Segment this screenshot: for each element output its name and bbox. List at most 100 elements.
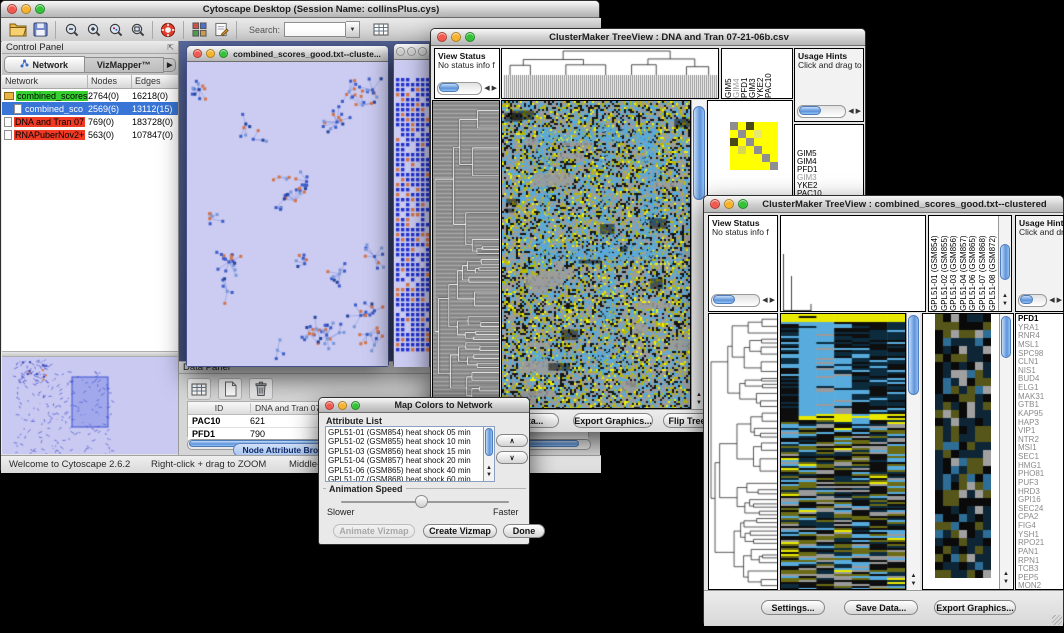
column-label[interactable]: GPL51-04 (GSM857) xyxy=(959,216,969,311)
zoom-fit-icon[interactable] xyxy=(126,20,148,40)
move-down-button[interactable]: ∨ xyxy=(496,451,528,464)
network-table-header[interactable]: Network Nodes Edges xyxy=(2,75,178,89)
minimize-icon[interactable] xyxy=(451,32,461,42)
help-icon[interactable] xyxy=(157,20,179,40)
minimize-icon[interactable] xyxy=(21,4,31,14)
new-doc-icon[interactable] xyxy=(218,378,242,400)
close-icon[interactable] xyxy=(396,47,405,56)
column-dendrogram-canvas[interactable] xyxy=(502,49,718,98)
zoom-out-icon[interactable] xyxy=(60,20,82,40)
gene-label[interactable]: MON2 xyxy=(1018,582,1063,590)
minimize-icon[interactable] xyxy=(724,199,734,209)
attribute-list-vscrollbar[interactable]: ▲▼ xyxy=(483,427,494,481)
tab-vizmapper[interactable]: VizMapper™ xyxy=(85,57,165,73)
close-icon[interactable] xyxy=(437,32,447,42)
table-icon[interactable] xyxy=(187,378,211,400)
network-tree-row[interactable]: combined_sco2569(6)13112(15) xyxy=(2,102,178,115)
column-label[interactable]: GPL51-06 (GSM865) xyxy=(968,216,978,311)
open-file-icon[interactable] xyxy=(7,20,29,40)
trash-icon[interactable] xyxy=(249,378,273,400)
network-tree-row[interactable]: RNAPuberNov2+563(0)107847(0) xyxy=(2,128,178,141)
minimize-icon[interactable] xyxy=(407,47,416,56)
matrix-cell xyxy=(738,146,746,154)
network-view-titlebar[interactable]: combined_scores_good.txt--cluste... xyxy=(187,46,388,62)
close-icon[interactable] xyxy=(7,4,17,14)
search-dropdown-icon[interactable]: ▼ xyxy=(346,21,360,38)
zoom-selected-icon[interactable] xyxy=(104,20,126,40)
attribute-list[interactable]: GPL51-01 (GSM854) heat shock 05 minGPL51… xyxy=(325,426,495,482)
zoom-heatmap-canvas[interactable] xyxy=(935,314,991,578)
zoom-heatmap-vscrollbar[interactable]: ▲▼ xyxy=(999,314,1012,589)
birdseye-view[interactable] xyxy=(2,357,178,454)
zoom-in-icon[interactable] xyxy=(82,20,104,40)
column-dendrogram-canvas[interactable] xyxy=(781,216,925,311)
close-icon[interactable] xyxy=(193,49,202,58)
move-up-button[interactable]: ∧ xyxy=(496,434,528,447)
resize-grip[interactable] xyxy=(1052,615,1062,625)
close-icon[interactable] xyxy=(325,401,334,410)
network-tree-row[interactable]: DNA and Tran 07769(0)183728(0) xyxy=(2,115,178,128)
main-titlebar[interactable]: Cytoscape Desktop (Session Name: collins… xyxy=(1,1,599,18)
column-label[interactable]: GPL51-02 (GSM855) xyxy=(940,216,950,311)
export-graphics-button[interactable]: Export Graphics... xyxy=(573,413,653,428)
attribute-list-item[interactable]: GPL51-07 (GSM868) heat shock 60 min xyxy=(326,475,494,482)
zoom-window-icon[interactable] xyxy=(738,199,748,209)
row-dendrogram-canvas[interactable] xyxy=(433,101,499,408)
row-dendrogram-canvas[interactable] xyxy=(709,314,777,589)
heatmap-canvas[interactable] xyxy=(502,101,690,408)
cytopanel-icon[interactable] xyxy=(188,20,210,40)
search-input[interactable] xyxy=(284,22,346,37)
column-label[interactable]: GIM5 xyxy=(724,49,732,98)
view-status-hscrollbar[interactable]: ◀▶ xyxy=(437,82,497,95)
float-panel-icon[interactable]: ⇱ xyxy=(167,43,174,52)
similarity-matrix[interactable] xyxy=(730,122,778,170)
column-label[interactable]: GPL51-03 (GSM856) xyxy=(949,216,959,311)
tab-network[interactable]: Network xyxy=(4,56,85,73)
zoom-window-icon[interactable] xyxy=(418,47,427,56)
attribute-list-item[interactable]: GPL51-06 (GSM865) heat shock 40 min xyxy=(326,466,494,475)
zoom-window-icon[interactable] xyxy=(35,4,45,14)
settings-button[interactable]: Settings... xyxy=(761,600,825,615)
column-label[interactable]: PFD1 xyxy=(740,49,748,98)
usage-hints-hscrollbar[interactable]: ◀▶ xyxy=(1018,294,1062,307)
view-status-hscrollbar[interactable]: ◀▶ xyxy=(711,294,775,307)
treeview2-vscrollbar[interactable]: ▲▼ xyxy=(906,313,920,590)
attribute-browser-icon[interactable] xyxy=(370,20,392,40)
save-data-button[interactable]: Save Data... xyxy=(844,600,918,615)
partial-window-titlebar[interactable] xyxy=(394,44,429,60)
usage-hints-hscrollbar[interactable]: ◀▶ xyxy=(797,105,861,118)
column-label[interactable]: PAC10 xyxy=(764,49,772,98)
save-icon[interactable] xyxy=(29,20,51,40)
dense-network-canvas[interactable] xyxy=(394,60,429,367)
done-button[interactable]: Done xyxy=(503,524,545,538)
dialog-titlebar[interactable]: Map Colors to Network xyxy=(319,398,529,413)
attribute-list-item[interactable]: GPL51-02 (GSM855) heat shock 10 min xyxy=(326,437,494,446)
column-labels-vscrollbar[interactable]: ▲▼ xyxy=(998,216,1011,311)
status-hint-zoom: Right-click + drag to ZOOM xyxy=(151,459,266,470)
minimize-icon[interactable] xyxy=(338,401,347,410)
close-icon[interactable] xyxy=(710,199,720,209)
attribute-list-item[interactable]: GPL51-03 (GSM856) heat shock 15 min xyxy=(326,447,494,456)
column-label[interactable]: GIM3 xyxy=(748,49,756,98)
column-label[interactable]: GPL51-08 (GSM872) xyxy=(988,216,998,311)
zoom-window-icon[interactable] xyxy=(219,49,228,58)
zoom-window-icon[interactable] xyxy=(465,32,475,42)
create-vizmap-button[interactable]: Create Vizmap xyxy=(423,524,497,538)
column-label[interactable]: GPL51-07 (GSM868) xyxy=(978,216,988,311)
column-label[interactable]: GPL51-01 (GSM854) xyxy=(930,216,940,311)
heatmap-canvas[interactable] xyxy=(781,314,905,589)
treeview1-titlebar[interactable]: ClusterMaker TreeView : DNA and Tran 07-… xyxy=(431,29,865,46)
attribute-list-item[interactable]: GPL51-01 (GSM854) heat shock 05 min xyxy=(326,428,494,437)
minimize-icon[interactable] xyxy=(206,49,215,58)
animate-vizmap-button[interactable]: Animate Vizmap xyxy=(333,524,415,538)
network-tree-row[interactable]: combined_scores2764(0)16218(0) xyxy=(2,89,178,102)
export-graphics-button[interactable]: Export Graphics... xyxy=(934,600,1016,615)
network-canvas[interactable] xyxy=(187,62,388,366)
attribute-list-item[interactable]: GPL51-04 (GSM857) heat shock 20 min xyxy=(326,456,494,465)
column-label[interactable]: YKE2 xyxy=(756,49,764,98)
column-label[interactable]: GIM4 xyxy=(732,49,740,98)
tab-overflow-button[interactable]: ▶ xyxy=(164,58,176,72)
annotation-icon[interactable] xyxy=(210,20,232,40)
treeview2-titlebar[interactable]: ClusterMaker TreeView : combined_scores_… xyxy=(704,196,1063,213)
zoom-window-icon[interactable] xyxy=(351,401,360,410)
